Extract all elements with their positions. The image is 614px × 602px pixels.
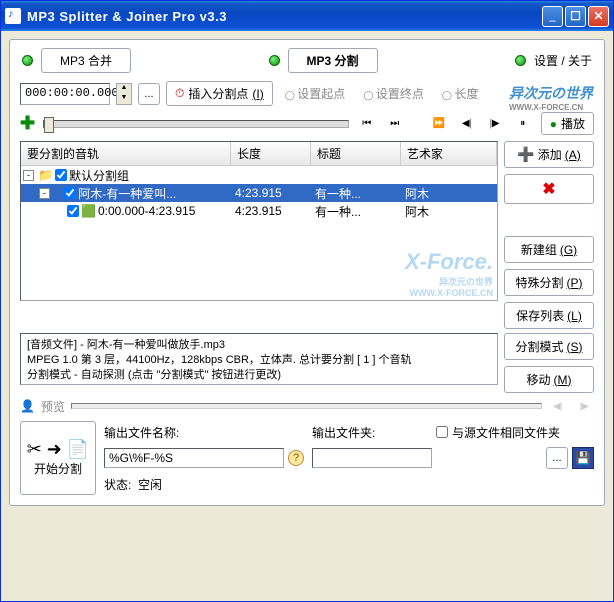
preview-step-fwd: |▶ xyxy=(574,397,594,415)
tab-split[interactable]: MP3 分割 xyxy=(288,48,378,73)
minimize-button[interactable]: _ xyxy=(542,6,563,27)
title-bar: MP3 Splitter & Joiner Pro v3.3 _ ☐ ✕ xyxy=(1,1,613,31)
app-icon xyxy=(5,8,21,24)
prev-track-button[interactable]: ⏮ xyxy=(357,115,377,133)
preview-label: 预览 xyxy=(41,398,65,415)
output-name-label: 输出文件名称: xyxy=(104,424,284,441)
scissors-icon: ✂ ➜ 📄 xyxy=(27,439,90,460)
settings-link[interactable]: 设置 / 关于 xyxy=(534,52,592,69)
led-icon xyxy=(515,55,526,66)
window-title: MP3 Splitter & Joiner Pro v3.3 xyxy=(27,9,542,24)
zoom-in-icon[interactable]: ✚ xyxy=(20,113,35,134)
save-icon[interactable]: 💾 xyxy=(572,447,594,469)
preview-slider[interactable] xyxy=(71,403,542,409)
step-back-button[interactable]: ◀| xyxy=(457,115,477,133)
next-track-button[interactable]: ⏭ xyxy=(385,115,405,133)
time-input[interactable]: 000:00:00.000 xyxy=(20,83,110,105)
led-icon xyxy=(22,55,33,66)
insert-split-button[interactable]: ⏱ 插入分割点(I) xyxy=(166,81,273,106)
output-name-input[interactable] xyxy=(104,448,284,468)
move-button[interactable]: 移动(M) xyxy=(504,366,594,393)
browse-folder-button[interactable]: ... xyxy=(546,447,568,469)
play-button[interactable]: ●播放 xyxy=(541,112,594,135)
tree-row-segment[interactable]: 🟩 0:00.000-4:23.915 4:23.915 有一种... 阿木 xyxy=(21,202,497,220)
start-split-button[interactable]: ✂ ➜ 📄 开始分割 xyxy=(20,421,96,495)
delete-button[interactable]: ✖ xyxy=(504,174,594,204)
close-button[interactable]: ✕ xyxy=(588,6,609,27)
status-label: 状态: 空闲 xyxy=(104,476,284,493)
output-folder-input[interactable] xyxy=(312,448,432,468)
set-end-label: 设置终点 xyxy=(357,85,430,102)
special-split-button[interactable]: 特殊分割(P) xyxy=(504,269,594,296)
led-icon xyxy=(269,55,280,66)
help-icon[interactable]: ? xyxy=(288,450,304,466)
fast-forward-button[interactable]: ⏩ xyxy=(429,115,449,133)
pause-button[interactable]: ⏸ xyxy=(513,115,533,133)
step-fwd-button[interactable]: |▶ xyxy=(485,115,505,133)
watermark-logo: 异次元の世界WWW.X-FORCE.CN xyxy=(509,83,593,112)
save-list-button[interactable]: 保存列表(L) xyxy=(504,302,594,329)
clock-icon: ⏱ xyxy=(175,86,184,101)
time-spinner[interactable]: ▲▼ xyxy=(116,83,132,105)
avatar-icon: 👤 xyxy=(20,399,35,413)
position-slider[interactable] xyxy=(43,120,349,128)
tree-row-group[interactable]: -📁 默认分割组 xyxy=(21,166,497,184)
add-button[interactable]: ➕添加(A) xyxy=(504,141,594,168)
set-start-label: 设置起点 xyxy=(279,85,352,102)
new-group-button[interactable]: 新建组(G) xyxy=(504,236,594,263)
browse-button[interactable]: ... xyxy=(138,83,160,105)
output-folder-label: 输出文件夹: xyxy=(312,424,432,441)
preview-step-back: ◀| xyxy=(548,397,568,415)
info-box: [音频文件] - 阿木-有一种爱叫做放手.mp3 MPEG 1.0 第 3 层，… xyxy=(20,333,498,385)
length-label: 长度 xyxy=(436,85,485,102)
tree-header: 要分割的音轨 长度 标题 艺术家 xyxy=(21,142,497,166)
split-mode-button[interactable]: 分割模式(S) xyxy=(504,333,594,360)
watermark: X-Force. 异次元の世界WWW.X-FORCE.CN xyxy=(405,249,493,298)
same-folder-checkbox[interactable]: 与源文件相同文件夹 xyxy=(436,424,594,441)
track-tree[interactable]: 要分割的音轨 长度 标题 艺术家 -📁 默认分割组 -♫ 阿木-有一种爱叫...… xyxy=(20,141,498,301)
tab-merge[interactable]: MP3 合并 xyxy=(41,48,131,73)
maximize-button[interactable]: ☐ xyxy=(565,6,586,27)
tree-row-file[interactable]: -♫ 阿木-有一种爱叫... 4:23.915 有一种... 阿木 xyxy=(21,184,497,202)
